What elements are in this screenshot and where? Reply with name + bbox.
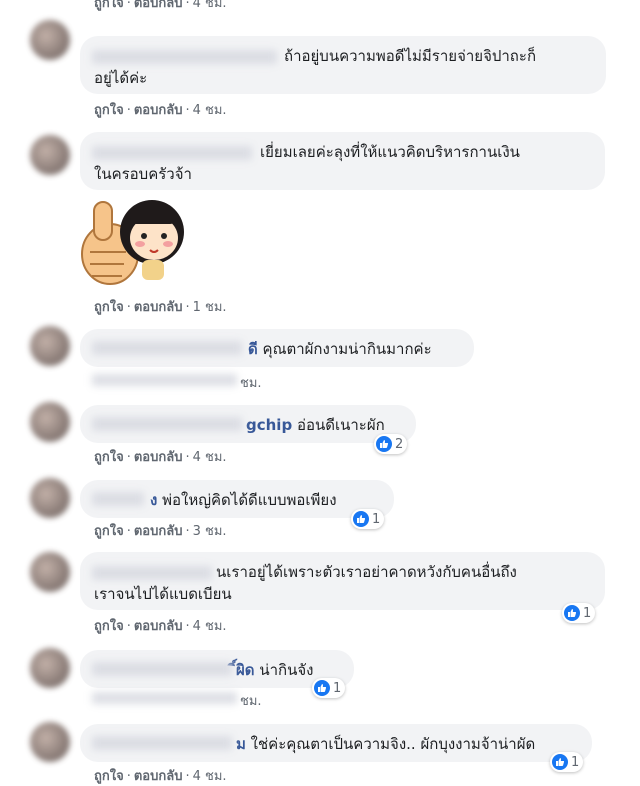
comment-text-line2: เราจนไปได้แบดเบียน xyxy=(94,585,232,603)
reply-action[interactable]: ตอบกลับ xyxy=(134,524,183,539)
timestamp[interactable]: 4 ชม. xyxy=(193,103,227,118)
reply-action[interactable]: ตอบกลับ xyxy=(134,300,183,315)
reply-action[interactable]: ตอบกลับ xyxy=(134,0,183,11)
comment-bubble: gchip อ่อนดีเนาะผัก xyxy=(80,405,416,443)
blurred-actions xyxy=(92,374,237,386)
reaction-count[interactable]: 1 xyxy=(351,509,385,529)
avatar[interactable] xyxy=(30,722,70,762)
blurred-name[interactable] xyxy=(92,566,212,580)
timestamp[interactable]: 4 ชม. xyxy=(193,619,227,634)
blurred-name[interactable] xyxy=(92,417,242,431)
reaction-number: 2 xyxy=(395,436,404,452)
comment-text: พ่อใหญ่คิดได้ดีแบบพอเพียง xyxy=(162,491,337,509)
comment-bubble: ง พ่อใหญ่คิดได้ดีแบบพอเพียง xyxy=(80,480,394,518)
blurred-name[interactable] xyxy=(92,50,277,64)
like-action[interactable]: ถูกใจ xyxy=(94,103,124,118)
dot-separator: · xyxy=(185,524,190,539)
avatar[interactable] xyxy=(30,135,70,175)
like-thumb-icon xyxy=(353,511,369,527)
reply-action[interactable]: ตอบกลับ xyxy=(134,619,183,634)
dot-separator: · xyxy=(185,619,190,634)
like-action[interactable]: ถูกใจ xyxy=(94,300,124,315)
comment-text: อ่อนดีเนาะผัก xyxy=(296,416,385,434)
avatar[interactable] xyxy=(30,402,70,442)
avatar[interactable] xyxy=(30,478,70,518)
like-action[interactable]: ถูกใจ xyxy=(94,619,124,634)
dot-separator: · xyxy=(126,300,131,315)
comment-actions: ถูกใจ · ตอบกลับ · 1 ชม. xyxy=(94,296,227,317)
reply-action[interactable]: ตอบกลับ xyxy=(134,769,183,784)
timestamp[interactable]: ชม. xyxy=(240,694,262,709)
timestamp[interactable]: 4 ชม. xyxy=(193,769,227,784)
like-action[interactable]: ถูกใจ xyxy=(94,769,124,784)
reaction-number: 1 xyxy=(333,680,342,696)
comment-actions: ชม. xyxy=(240,372,262,393)
reaction-number: 1 xyxy=(372,511,381,527)
comment-actions: ชม. xyxy=(240,690,262,711)
comment-text-line2: ในครอบครัวจ้า xyxy=(94,165,192,183)
avatar[interactable] xyxy=(30,648,70,688)
dot-separator: · xyxy=(126,769,131,784)
dot-separator: · xyxy=(126,450,131,465)
blurred-name[interactable] xyxy=(92,492,144,506)
dot-separator: · xyxy=(126,0,131,11)
comment-text-line2: อยู่ได้ค่ะ xyxy=(94,69,148,87)
comment-bubble: ม ใช่ค่ะคุณตาเป็นความจิง.. ผักบุงงามจ้าน… xyxy=(80,724,592,762)
reaction-number: 1 xyxy=(583,605,592,621)
comment-bubble: ถ้าอยู่บนความพอดีไม่มีรายจ่ายจิปาถะก็ อย… xyxy=(80,36,606,94)
reaction-number: 1 xyxy=(571,754,580,770)
reaction-count[interactable]: 2 xyxy=(374,434,408,454)
avatar[interactable] xyxy=(30,552,70,592)
blurred-name[interactable] xyxy=(92,146,252,160)
reply-action[interactable]: ตอบกลับ xyxy=(134,103,183,118)
avatar[interactable] xyxy=(30,20,70,60)
comment-actions-top-partial: ถูกใจ · ตอบกลับ · 4 ชม. xyxy=(94,0,227,13)
timestamp[interactable]: 4 ชม. xyxy=(193,450,227,465)
dot-separator: · xyxy=(126,103,131,118)
comment-bubble: นเราอยู่ได้เพราะตัวเราอย่าคาดหวังกับคนอื… xyxy=(80,552,605,610)
reply-action[interactable]: ตอบกลับ xyxy=(134,450,183,465)
reaction-count[interactable]: 1 xyxy=(312,678,346,698)
timestamp[interactable]: 4 ชม. xyxy=(193,0,227,11)
blurred-name[interactable] xyxy=(92,341,242,355)
dot-separator: · xyxy=(185,300,190,315)
comment-actions: ถูกใจ · ตอบกลับ · 4 ชม. xyxy=(94,765,227,786)
blurred-name[interactable] xyxy=(92,736,232,750)
like-thumb-icon xyxy=(564,605,580,621)
dot-separator: · xyxy=(185,769,190,784)
dot-separator: · xyxy=(185,0,190,11)
like-thumb-icon xyxy=(376,436,392,452)
blurred-actions xyxy=(92,692,237,704)
comment-text: ใช่ค่ะคุณตาเป็นความจิง.. ผักบุงงามจ้าน่า… xyxy=(250,735,536,753)
dot-separator: · xyxy=(185,450,190,465)
like-action[interactable]: ถูกใจ xyxy=(94,450,124,465)
reaction-count[interactable]: 1 xyxy=(550,752,584,772)
blurred-name[interactable] xyxy=(92,662,232,676)
thumbs-up-girl-sticker xyxy=(81,200,184,285)
comment-bubble: ดี คุณตาผักงามน่ากินมากค่ะ xyxy=(80,329,474,367)
avatar[interactable] xyxy=(30,326,70,366)
timestamp[interactable]: 1 ชม. xyxy=(193,300,227,315)
like-thumb-icon xyxy=(552,754,568,770)
dot-separator: · xyxy=(126,524,131,539)
comment-actions: ถูกใจ · ตอบกลับ · 3 ชม. xyxy=(94,520,227,541)
like-action[interactable]: ถูกใจ xyxy=(94,0,124,11)
comment-text: คุณตาผักงามน่ากินมากค่ะ xyxy=(262,340,432,358)
dot-separator: · xyxy=(126,619,131,634)
timestamp[interactable]: 3 ชม. xyxy=(193,524,227,539)
comment-text: น่ากินจัง xyxy=(259,661,314,679)
like-thumb-icon xyxy=(314,680,330,696)
reaction-count[interactable]: 1 xyxy=(562,603,596,623)
comment-actions: ถูกใจ · ตอบกลับ · 4 ชม. xyxy=(94,99,227,120)
comment-actions: ถูกใจ · ตอบกลับ · 4 ชม. xyxy=(94,446,227,467)
comment-actions: ถูกใจ · ตอบกลับ · 4 ชม. xyxy=(94,615,227,636)
timestamp[interactable]: ชม. xyxy=(240,376,262,391)
like-action[interactable]: ถูกใจ xyxy=(94,524,124,539)
comment-bubble: เยี่ยมเลยค่ะลุงที่ให้แนวคิดบริหารกานเงิน… xyxy=(80,132,605,190)
dot-separator: · xyxy=(185,103,190,118)
